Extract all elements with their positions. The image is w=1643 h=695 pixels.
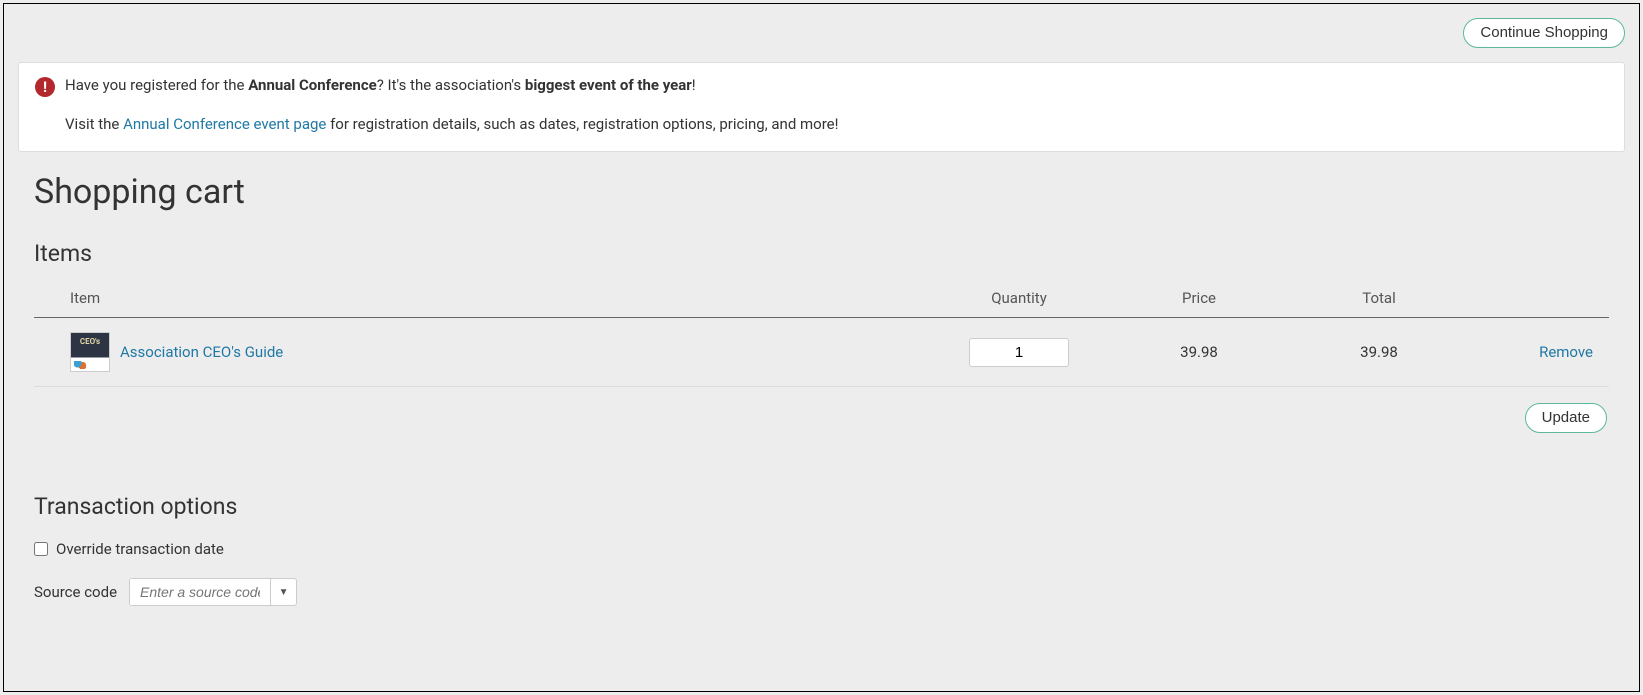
source-code-label: Source code <box>34 583 117 601</box>
page-title: Shopping cart <box>34 172 1609 212</box>
continue-shopping-button[interactable]: Continue Shopping <box>1463 18 1625 48</box>
col-total: Total <box>1289 279 1469 318</box>
col-item: Item <box>34 279 929 318</box>
alert-icon: ! <box>35 77 55 97</box>
alert-text: Have you registered for the Annual Confe… <box>65 75 696 96</box>
alert-post: ! <box>692 76 696 94</box>
alert-sub-post: for registration details, such as dates,… <box>326 115 838 133</box>
source-code-dropdown-button[interactable]: ▼ <box>270 579 296 605</box>
annual-conference-link[interactable]: Annual Conference event page <box>123 115 326 133</box>
item-price: 39.98 <box>1109 318 1289 387</box>
cart-table: Item Quantity Price Total CEO's Associat… <box>34 279 1609 387</box>
alert-sub: Visit the Annual Conference event page f… <box>65 115 1608 133</box>
alert-sub-pre: Visit the <box>65 115 123 133</box>
alert-mid: ? It's the association's <box>377 76 525 94</box>
alert-bold1: Annual Conference <box>248 76 377 94</box>
table-row: CEO's Association CEO's Guide 39.98 39.9… <box>34 318 1609 387</box>
items-heading: Items <box>34 240 1609 267</box>
item-total: 39.98 <box>1289 318 1469 387</box>
alert-bold2: biggest event of the year <box>525 76 692 94</box>
override-label[interactable]: Override transaction date <box>56 540 224 558</box>
item-thumbnail: CEO's <box>70 332 110 372</box>
remove-link[interactable]: Remove <box>1539 343 1593 361</box>
conference-alert: ! Have you registered for the Annual Con… <box>18 62 1625 152</box>
transaction-heading: Transaction options <box>34 493 1609 520</box>
update-button[interactable]: Update <box>1525 403 1607 433</box>
chevron-down-icon: ▼ <box>279 587 289 598</box>
col-quantity: Quantity <box>929 279 1109 318</box>
source-code-input[interactable] <box>130 579 270 605</box>
alert-pre: Have you registered for the <box>65 76 248 94</box>
item-name-link[interactable]: Association CEO's Guide <box>120 343 283 361</box>
override-checkbox[interactable] <box>34 542 48 556</box>
col-price: Price <box>1109 279 1289 318</box>
source-code-combo[interactable]: ▼ <box>129 578 297 606</box>
quantity-input[interactable] <box>969 338 1069 367</box>
col-action <box>1469 279 1609 318</box>
